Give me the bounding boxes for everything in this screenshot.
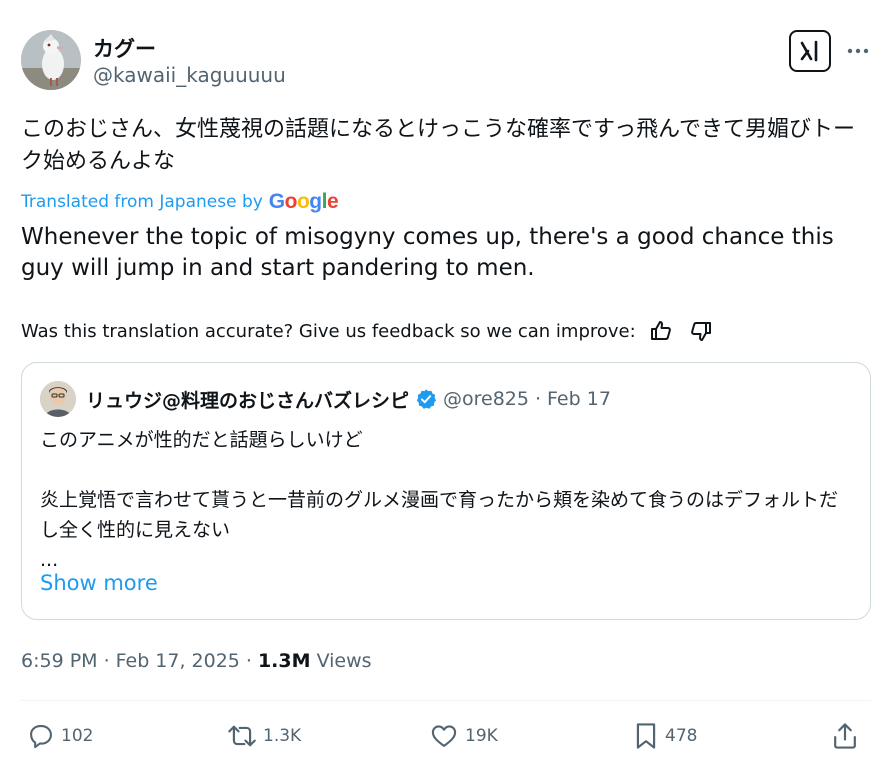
bookmark-icon xyxy=(636,723,656,749)
thumbs-up-button[interactable] xyxy=(646,316,676,346)
bookmark-count: 478 xyxy=(665,726,698,746)
like-count: 19K xyxy=(465,726,498,746)
tweet-time[interactable]: 6:59 PM xyxy=(21,650,98,672)
quoted-tweet-text: このアニメが性的だと話題らしいけど 炎上覚悟で言わせて貰うと一昔前のグルメ漫画で… xyxy=(40,429,839,571)
translation-attribution: Translated from Japanese by Google xyxy=(21,188,339,216)
reply-count: 102 xyxy=(61,726,94,746)
quoted-separator: · xyxy=(535,388,542,410)
translated-label: Translated from Japanese by xyxy=(21,192,263,212)
views-count[interactable]: 1.3M xyxy=(258,650,311,672)
thumbs-down-button[interactable] xyxy=(686,316,716,346)
author-display-name[interactable]: カグー xyxy=(93,33,156,63)
tweet-text: このおじさん、女性蔑視の話題になるとけっこうな確率ですっ飛んできて男媚びトーク始… xyxy=(21,117,856,174)
google-logo: Google xyxy=(268,190,339,213)
meta-separator: · xyxy=(245,650,252,672)
heart-icon xyxy=(431,725,457,747)
reply-icon xyxy=(30,725,52,749)
grok-button[interactable] xyxy=(789,30,831,72)
more-button[interactable] xyxy=(843,36,873,66)
quoted-author-display-name[interactable]: リュウジ@料理のおじさんバズレシピ xyxy=(86,386,409,413)
thumbs-up-icon xyxy=(650,321,671,340)
share-icon xyxy=(834,723,856,749)
bookmark-button[interactable]: 478 xyxy=(633,716,697,756)
tweet-header: カグー @kawaii_kaguuuuu xyxy=(21,30,871,92)
author-handle[interactable]: @kawaii_kaguuuuu xyxy=(93,63,286,87)
quoted-author-handle[interactable]: @ore825 xyxy=(443,388,529,410)
author-avatar[interactable] xyxy=(21,30,81,90)
repost-button[interactable]: 1.3K xyxy=(227,716,301,756)
like-button[interactable]: 19K xyxy=(429,716,498,756)
tweet-meta: 6:59 PM · Feb 17, 2025 · 1.3M Views xyxy=(21,646,372,676)
verified-badge-icon xyxy=(416,389,437,409)
more-icon xyxy=(847,48,869,54)
quoted-tweet[interactable]: リュウジ@料理のおじさんバズレシピ @ore825 · Feb 17 このアニメ… xyxy=(21,362,871,620)
translation-text: Whenever the topic of misogyny comes up,… xyxy=(21,224,834,281)
meta-separator: · xyxy=(103,650,110,672)
show-more-link[interactable]: Show more xyxy=(40,571,158,595)
tweet-date[interactable]: Feb 17, 2025 xyxy=(116,650,240,672)
share-button[interactable] xyxy=(831,716,859,756)
quoted-tweet-header: リュウジ@料理のおじさんバズレシピ @ore825 · Feb 17 xyxy=(86,381,611,417)
quoted-date[interactable]: Feb 17 xyxy=(547,388,611,410)
translation-feedback: Was this translation accurate? Give us f… xyxy=(21,316,716,346)
divider xyxy=(21,700,871,701)
feedback-prompt: Was this translation accurate? Give us f… xyxy=(21,320,636,342)
repost-icon xyxy=(228,725,256,747)
action-bar: 102 1.3K 19K 478 xyxy=(21,716,871,756)
views-label: Views xyxy=(316,650,372,672)
thumbs-down-icon xyxy=(690,322,711,341)
repost-count: 1.3K xyxy=(263,726,302,746)
quoted-author-avatar[interactable] xyxy=(40,381,76,417)
reply-button[interactable]: 102 xyxy=(27,716,93,756)
grok-icon xyxy=(800,40,818,62)
